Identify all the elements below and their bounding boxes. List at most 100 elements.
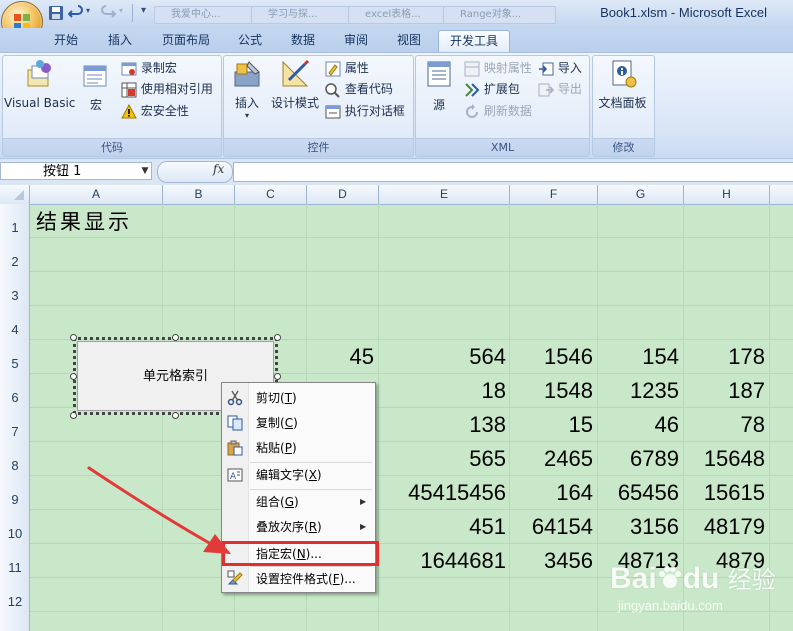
resize-handle[interactable] (172, 412, 179, 419)
cell-e11[interactable]: 1644681 (378, 548, 506, 574)
tab-page-layout[interactable]: 页面布局 (154, 30, 218, 51)
run-dialog-button[interactable]: 执行对话框 (325, 102, 405, 120)
cell-g5[interactable]: 154 (597, 344, 679, 370)
expansion-packs-button[interactable]: 扩展包 (464, 80, 520, 98)
tab-developer[interactable]: 开发工具 (438, 30, 510, 52)
macros-button[interactable]: 宏 (80, 62, 112, 118)
xml-source-button[interactable]: 源 (420, 58, 458, 118)
export-button[interactable]: 导出 (538, 80, 582, 98)
menu-item-order[interactable]: 叠放次序(R) (256, 517, 322, 537)
cell-h8[interactable]: 15648 (683, 446, 765, 472)
menu-item-edit-text[interactable]: 编辑文字(X) (256, 465, 322, 485)
name-box[interactable]: 按钮 1 (0, 162, 152, 180)
undo-dropdown-icon[interactable]: ▾ (86, 6, 90, 15)
cell-g9[interactable]: 65456 (597, 480, 679, 506)
cell-f6[interactable]: 1548 (509, 378, 593, 404)
column-header-e[interactable]: E (379, 185, 510, 204)
tab-review[interactable]: 审阅 (334, 30, 378, 51)
record-macro-button[interactable]: 录制宏 (121, 59, 177, 77)
cell-h10[interactable]: 48179 (683, 514, 765, 540)
column-header-a[interactable]: A (30, 185, 163, 204)
menu-item-copy[interactable]: 复制(C) (256, 413, 298, 433)
visual-basic-button[interactable]: Visual Basic (4, 58, 75, 118)
cell-e7[interactable]: 138 (378, 412, 506, 438)
customize-qat-icon[interactable]: ▾ (141, 5, 146, 16)
column-header-g[interactable]: G (598, 185, 684, 204)
cell-h7[interactable]: 78 (683, 412, 765, 438)
cell-h6[interactable]: 187 (683, 378, 765, 404)
column-header-b[interactable]: B (163, 185, 235, 204)
design-mode-button[interactable]: 设计模式 (270, 58, 320, 118)
column-header-c[interactable]: C (235, 185, 307, 204)
select-all-corner[interactable] (0, 185, 30, 204)
map-properties-button[interactable]: 映射属性 (464, 59, 532, 77)
cell-f8[interactable]: 2465 (509, 446, 593, 472)
cell-a1-title[interactable]: 结果显示 (36, 206, 132, 236)
resize-handle[interactable] (70, 373, 77, 380)
refresh-data-button[interactable]: 刷新数据 (464, 102, 532, 120)
cell-e8[interactable]: 565 (378, 446, 506, 472)
cell-g6[interactable]: 1235 (597, 378, 679, 404)
tab-formulas[interactable]: 公式 (228, 30, 272, 51)
document-panel-button[interactable]: 文档面板 (595, 58, 650, 118)
column-header-f[interactable]: F (510, 185, 598, 204)
cell-d5[interactable]: 45 (306, 344, 374, 370)
run-dialog-label: 执行对话框 (344, 104, 405, 118)
cell-f5[interactable]: 1546 (509, 344, 593, 370)
row-header-11[interactable]: 11 (0, 544, 30, 578)
save-icon[interactable] (48, 5, 64, 21)
menu-item-group[interactable]: 组合(G) (256, 492, 299, 512)
row-header-3[interactable]: 3 (0, 272, 30, 306)
row-header-5[interactable]: 5 (0, 340, 30, 374)
cell-h5[interactable]: 178 (683, 344, 765, 370)
row-header-10[interactable]: 10 (0, 510, 30, 544)
row-header-4[interactable]: 4 (0, 306, 30, 340)
cell-e5[interactable]: 564 (378, 344, 506, 370)
tab-insert[interactable]: 插入 (96, 30, 144, 51)
tab-data[interactable]: 数据 (281, 30, 325, 51)
import-button[interactable]: 导入 (538, 59, 582, 77)
menu-item-paste[interactable]: 粘贴(P) (256, 438, 297, 458)
column-header-d[interactable]: D (307, 185, 379, 204)
cell-f7[interactable]: 15 (509, 412, 593, 438)
cell-g8[interactable]: 6789 (597, 446, 679, 472)
cell-e9[interactable]: 45415456 (378, 480, 506, 506)
menu-item-format-control[interactable]: 设置控件格式(F)... (256, 569, 356, 589)
cell-e10[interactable]: 451 (378, 514, 506, 540)
redo-icon[interactable] (100, 5, 116, 21)
row-header-7[interactable]: 7 (0, 408, 30, 442)
resize-handle[interactable] (70, 334, 77, 341)
insert-function-icon[interactable]: fx (213, 162, 224, 176)
cell-h9[interactable]: 15615 (683, 480, 765, 506)
cell-g7[interactable]: 46 (597, 412, 679, 438)
column-header-h[interactable]: H (684, 185, 770, 204)
cell-f11[interactable]: 3456 (509, 548, 593, 574)
row-header-1[interactable]: 1 (0, 204, 30, 238)
row-header-6[interactable]: 6 (0, 374, 30, 408)
row-header-12[interactable]: 12 (0, 578, 30, 612)
cell-f9[interactable]: 164 (509, 480, 593, 506)
undo-icon[interactable] (68, 5, 84, 21)
formula-input[interactable] (233, 162, 793, 182)
tab-view[interactable]: 视图 (387, 30, 431, 51)
row-header-2[interactable]: 2 (0, 238, 30, 272)
macro-security-button[interactable]: 宏安全性 (121, 102, 189, 120)
cell-f10[interactable]: 64154 (509, 514, 593, 540)
resize-handle[interactable] (274, 373, 281, 380)
insert-control-button[interactable]: 插入 ▾ (228, 58, 266, 128)
redo-dropdown-icon[interactable]: ▾ (119, 6, 123, 15)
menu-item-label: 设置控件格式( (256, 572, 333, 586)
use-relative-button[interactable]: 使用相对引用 (121, 80, 213, 98)
row-header-9[interactable]: 9 (0, 476, 30, 510)
view-code-button[interactable]: 查看代码 (325, 80, 393, 98)
row-header-8[interactable]: 8 (0, 442, 30, 476)
resize-handle[interactable] (70, 412, 77, 419)
cell-e6[interactable]: 18 (378, 378, 506, 404)
menu-item-cut[interactable]: 剪切(T) (256, 388, 297, 408)
cell-g10[interactable]: 3156 (597, 514, 679, 540)
resize-handle[interactable] (172, 334, 179, 341)
name-box-dropdown-icon[interactable]: ▼ (138, 162, 152, 180)
properties-button[interactable]: 属性 (325, 59, 369, 77)
resize-handle[interactable] (274, 334, 281, 341)
tab-home[interactable]: 开始 (44, 30, 88, 51)
